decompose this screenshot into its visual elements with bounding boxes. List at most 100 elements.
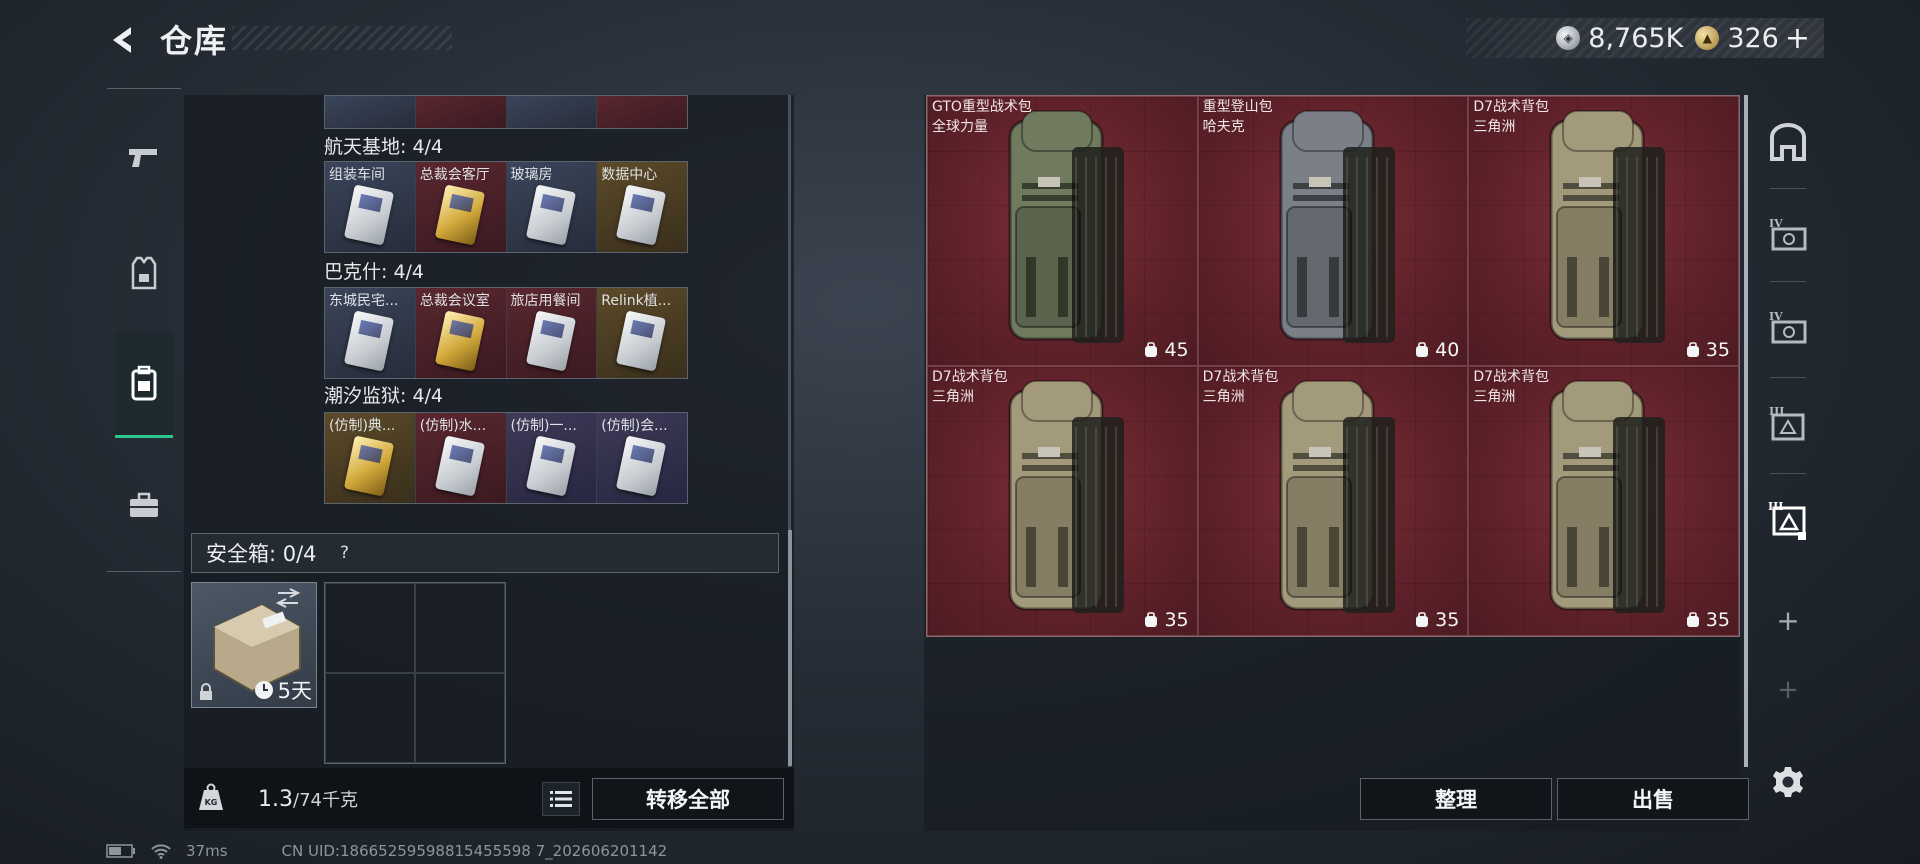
- key-card-name: Relink植...: [601, 293, 672, 309]
- backpack-name: D7战术背包: [1202, 369, 1279, 385]
- backpack-item[interactable]: D7战术背包 三角洲 35: [1468, 366, 1739, 636]
- backpack-maker: 三角洲: [1473, 119, 1516, 135]
- weight-capacity: /74千克: [293, 790, 358, 811]
- backpack-icon: [1279, 380, 1395, 613]
- key-card-item[interactable]: 玻璃房: [506, 162, 598, 252]
- list-view-button[interactable]: [542, 782, 580, 816]
- stash-scrollbar-thumb[interactable]: [788, 530, 792, 766]
- help-icon[interactable]: ?: [335, 543, 355, 563]
- key-card-item[interactable]: 总裁会客厅: [415, 162, 507, 252]
- backpack-maker: 哈夫克: [1202, 119, 1245, 135]
- backpack-icon: [1279, 110, 1395, 343]
- backpack-name: 重型登山包: [1202, 99, 1273, 115]
- organize-button[interactable]: 整理: [1360, 778, 1552, 820]
- safe-box-header: 安全箱: 0/4 ?: [191, 533, 779, 573]
- container-selected[interactable]: III: [1758, 493, 1818, 547]
- backpack-item[interactable]: GTO重型战术包 全球力量 45: [927, 96, 1198, 366]
- key-card-item[interactable]: (仿制)典...: [325, 413, 416, 503]
- container-tier-iv-icon: IV: [1769, 310, 1807, 344]
- weight-readout: 1.3/74千克: [258, 786, 358, 812]
- backpack-maker: 三角洲: [1202, 389, 1245, 405]
- container-tier-iv-icon: IV: [1769, 217, 1807, 251]
- key-card-name: (仿制)会...: [601, 418, 668, 434]
- category-rail: [107, 88, 181, 572]
- safe-box-slot[interactable]: [415, 583, 505, 673]
- key-card-item[interactable]: 旅店用餐间: [506, 288, 598, 378]
- safe-box-slot[interactable]: [325, 673, 415, 763]
- backpack-item[interactable]: D7战术背包 三角洲 35: [927, 366, 1198, 636]
- key-card-slot[interactable]: [325, 96, 416, 128]
- capacity-bag-icon: [1416, 342, 1429, 357]
- add-container-button[interactable]: +: [1758, 593, 1818, 647]
- key-card-slot[interactable]: [506, 96, 598, 128]
- key-section-label: 航天基地: 4/4: [324, 136, 444, 158]
- key-card-row: 组装车间 总裁会客厅 玻璃房 数据中心: [324, 161, 688, 253]
- key-card-item[interactable]: 数据中心: [597, 162, 687, 252]
- safe-box-time-left: 5天: [277, 679, 312, 703]
- key-card-item[interactable]: (仿制)水...: [415, 413, 507, 503]
- page-title: 仓库: [160, 22, 229, 60]
- svg-text:KG: KG: [205, 798, 218, 807]
- stash-home-button[interactable]: [1758, 115, 1818, 169]
- key-card-name: 东城民宅...: [329, 293, 399, 309]
- add-currency-button[interactable]: +: [1785, 21, 1810, 56]
- tab-equipment[interactable]: [115, 221, 173, 325]
- battery-icon: [106, 844, 135, 858]
- backpack-maker: 三角洲: [932, 389, 974, 405]
- keycard-icon: [434, 310, 485, 372]
- silver-coin-icon: ◈: [1556, 26, 1581, 50]
- backpack-item[interactable]: 重型登山包哈夫克 40: [1197, 96, 1469, 366]
- key-card-slot[interactable]: [597, 96, 687, 128]
- backpack-capacity: 45: [1144, 339, 1189, 361]
- currency-bar: ◈ 8,765K ▲ 326 +: [1466, 18, 1824, 58]
- capacity-value: 40: [1435, 339, 1460, 361]
- safe-box-label: 安全箱: 0/4: [206, 542, 317, 566]
- container-rail: IV IV III III + +: [1756, 95, 1820, 815]
- container-triangle-icon: III: [1768, 500, 1806, 540]
- gold-amount: 326: [1727, 22, 1779, 54]
- keycard-icon: [343, 184, 395, 246]
- backpack-capacity: 35: [1144, 609, 1189, 631]
- backpack-maker: 全球力量: [932, 119, 988, 135]
- backpack-icon: [131, 365, 157, 401]
- key-card-name: 组装车间: [329, 167, 385, 183]
- keycard-icon: [525, 310, 576, 372]
- backpack-scrollbar[interactable]: [1744, 95, 1748, 767]
- add-container-button-disabled[interactable]: +: [1758, 663, 1818, 717]
- keycard-icon: [343, 310, 395, 372]
- safe-box-slot[interactable]: [415, 673, 505, 763]
- tab-supplies[interactable]: [115, 453, 173, 557]
- uid-text: CN UID:18665259598815455598 7_2026062011…: [281, 842, 668, 860]
- safe-box-item[interactable]: 5天: [191, 582, 317, 708]
- capacity-value: 35: [1705, 609, 1730, 631]
- backpack-capacity: 40: [1415, 339, 1459, 361]
- back-button[interactable]: [100, 18, 144, 62]
- key-card-name: 总裁会客厅: [419, 167, 490, 183]
- tab-weapons[interactable]: [115, 105, 173, 209]
- rail-divider: [1770, 281, 1806, 282]
- container-tier-3[interactable]: III: [1758, 395, 1818, 449]
- capacity-bag-icon: [1686, 342, 1699, 357]
- key-card-item[interactable]: 总裁会议室: [415, 288, 507, 378]
- key-card-item[interactable]: (仿制)一...: [506, 413, 598, 503]
- key-card-item[interactable]: 东城民宅...: [325, 288, 416, 378]
- backpack-item[interactable]: D7战术背包 三角洲 35: [1468, 96, 1739, 366]
- container-tier-4-b[interactable]: IV: [1758, 300, 1818, 354]
- safe-box-slot[interactable]: [325, 583, 415, 673]
- backpack-item[interactable]: D7战术背包 三角洲 35: [1197, 366, 1469, 636]
- sell-button[interactable]: 出售: [1557, 778, 1749, 820]
- key-card-item[interactable]: 组装车间: [325, 162, 416, 252]
- container-tier-4-a[interactable]: IV: [1758, 207, 1818, 261]
- key-card-item[interactable]: (仿制)会...: [597, 413, 687, 503]
- key-card-row: (仿制)典... (仿制)水... (仿制)一... (仿制)会...: [324, 412, 688, 504]
- settings-button[interactable]: [1758, 755, 1818, 809]
- keycard-icon: [525, 435, 576, 497]
- transfer-all-button[interactable]: 转移全部: [592, 778, 784, 820]
- tab-backpacks[interactable]: [115, 331, 173, 438]
- keycard-icon: [434, 435, 485, 497]
- backpack-capacity: 35: [1415, 609, 1459, 631]
- key-card-slot[interactable]: [415, 96, 507, 128]
- weight-current: 1.3: [258, 787, 293, 812]
- rail-divider: [1770, 377, 1806, 378]
- key-card-item[interactable]: Relink植...: [597, 288, 687, 378]
